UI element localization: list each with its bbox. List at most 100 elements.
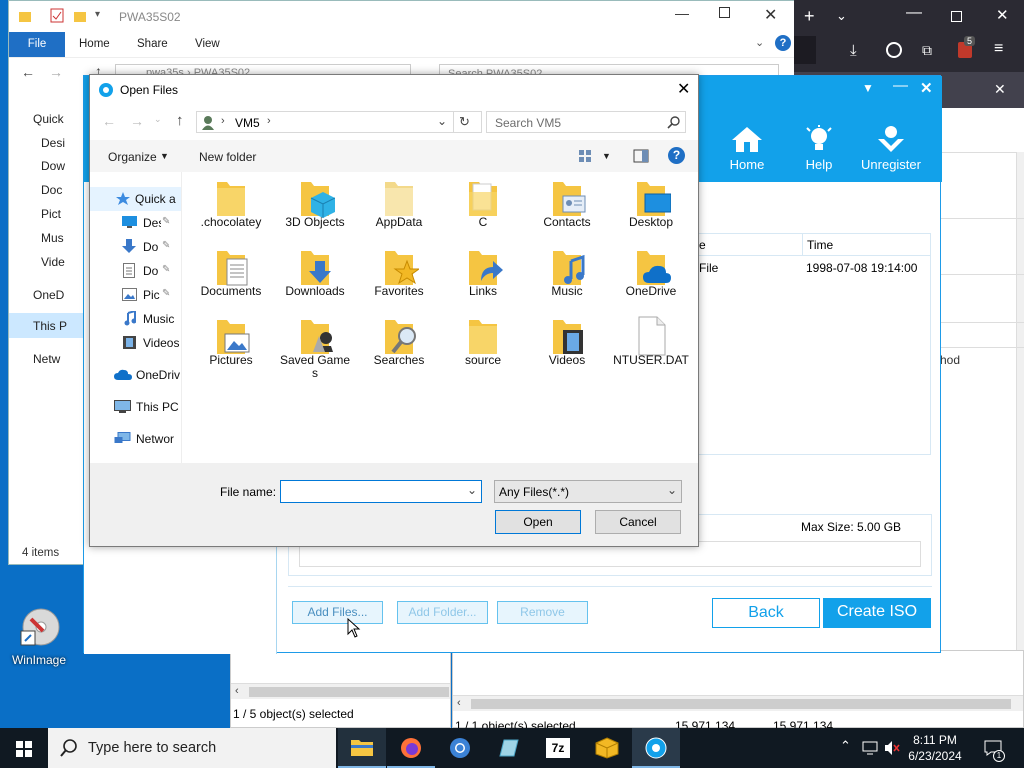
- taskbar-firefox[interactable]: [387, 728, 435, 768]
- ribbon-view-tab[interactable]: View: [195, 38, 220, 50]
- nav-item-quick-access[interactable]: Quick a: [90, 187, 181, 211]
- dropdown-icon[interactable]: ▼: [862, 81, 874, 95]
- maximize-icon[interactable]: [719, 7, 730, 18]
- browser-scrollbar[interactable]: [1016, 152, 1024, 692]
- nav-item-documents[interactable]: Do ✎: [90, 259, 181, 283]
- nav-item-this-pc[interactable]: This PC: [90, 395, 181, 419]
- ribbon-home-tab[interactable]: Home: [79, 38, 110, 50]
- recent-chevron-icon[interactable]: ⌄: [154, 114, 162, 125]
- scroll-left-icon[interactable]: ‹: [457, 697, 461, 709]
- nav-item-pictures[interactable]: Pic ✎: [90, 283, 181, 307]
- file-item-favorites[interactable]: Favorites: [361, 241, 437, 307]
- open-button[interactable]: Open: [495, 510, 581, 534]
- organize-button[interactable]: Organize: [108, 150, 157, 164]
- add-files-button[interactable]: Add Files...: [292, 601, 383, 624]
- chevron-down-icon[interactable]: ▾: [95, 9, 100, 20]
- file-item-appdata[interactable]: AppData: [361, 172, 437, 238]
- create-iso-button[interactable]: Create ISO: [823, 598, 931, 628]
- chevron-down-icon[interactable]: ⌄: [467, 483, 477, 497]
- sidebar-item[interactable]: This P: [33, 319, 89, 333]
- extensions-icon[interactable]: ⧉: [922, 42, 932, 59]
- file-item-videos[interactable]: Videos: [529, 310, 605, 376]
- file-item-music[interactable]: Music: [529, 241, 605, 307]
- address-dropdown-icon[interactable]: ⌄: [437, 114, 447, 128]
- horizontal-scrollbar[interactable]: ‹: [231, 683, 450, 699]
- minimize-icon[interactable]: —: [893, 77, 908, 94]
- menu-icon[interactable]: ≡: [994, 40, 1003, 58]
- dialog-search-input[interactable]: Search VM5: [486, 111, 686, 133]
- close-icon[interactable]: ✕: [920, 79, 933, 97]
- taskbar-app-notes[interactable]: [485, 728, 533, 768]
- refresh-icon[interactable]: ↻: [459, 114, 470, 130]
- forward-arrow-icon[interactable]: →: [130, 113, 144, 129]
- add-folder-button[interactable]: Add Folder...: [397, 601, 488, 624]
- sidebar-item[interactable]: OneD: [33, 288, 89, 302]
- ribbon-share-tab[interactable]: Share: [137, 38, 168, 50]
- file-item-chocolatey[interactable]: .chocolatey: [193, 172, 269, 238]
- file-item-contacts[interactable]: Contacts: [529, 172, 605, 238]
- help-icon[interactable]: ?: [668, 147, 685, 164]
- file-item-links[interactable]: Links: [445, 241, 521, 307]
- taskbar-chrome[interactable]: [436, 728, 484, 768]
- breadcrumb-separator-icon[interactable]: ›: [267, 115, 271, 127]
- taskbar-file-explorer[interactable]: [338, 728, 386, 768]
- file-item-onedrive[interactable]: OneDrive: [613, 241, 689, 307]
- file-type-select[interactable]: Any Files(*.*) ⌄: [494, 480, 682, 503]
- help-icon[interactable]: ?: [775, 35, 791, 51]
- desktop-icon-winimage[interactable]: WinImage: [8, 605, 70, 670]
- pin-icon[interactable]: ✎: [162, 240, 170, 251]
- properties-icon[interactable]: [50, 8, 64, 23]
- file-item-ntuser[interactable]: NTUSER.DAT: [613, 310, 689, 376]
- organize-dropdown-icon[interactable]: ▼: [160, 151, 169, 161]
- file-name-input[interactable]: ⌄: [280, 480, 482, 503]
- back-button[interactable]: Back: [712, 598, 820, 628]
- sidebar-item[interactable]: Quick: [33, 112, 89, 126]
- view-dropdown-icon[interactable]: ▼: [602, 151, 611, 161]
- close-icon[interactable]: ✕: [764, 5, 777, 25]
- new-folder-button[interactable]: New folder: [199, 150, 256, 164]
- pin-icon[interactable]: ✎: [162, 216, 170, 227]
- close-icon[interactable]: ✕: [677, 79, 690, 99]
- close-icon[interactable]: ✕: [996, 6, 1009, 24]
- file-item-pictures[interactable]: Pictures: [193, 310, 269, 376]
- view-icon[interactable]: [578, 149, 592, 163]
- dialog-address-bar[interactable]: › VM5 › ⌄ ↻: [196, 111, 482, 133]
- taskbar-search-box[interactable]: Type here to search: [48, 728, 336, 768]
- column-divider[interactable]: [802, 234, 803, 256]
- file-item-desktop[interactable]: Desktop: [613, 172, 689, 238]
- taskbar-package-app[interactable]: [583, 728, 631, 768]
- file-item-3d-objects[interactable]: 3D Objects: [277, 172, 353, 238]
- file-item-documents[interactable]: Documents: [193, 241, 269, 307]
- pin-icon[interactable]: ✎: [162, 288, 170, 299]
- nav-item-desktop[interactable]: Des ✎: [90, 211, 181, 235]
- file-item-searches[interactable]: Searches: [361, 310, 437, 376]
- windows-start-icon[interactable]: [16, 741, 32, 757]
- taskbar-7zip[interactable]: 7z: [534, 728, 582, 768]
- scroll-left-icon[interactable]: ‹: [235, 685, 239, 697]
- download-icon[interactable]: ⤓: [850, 42, 857, 59]
- nav-item-music[interactable]: Music: [90, 307, 181, 331]
- breadcrumb-separator-icon[interactable]: ›: [221, 115, 225, 127]
- preview-pane-icon[interactable]: [633, 149, 649, 163]
- file-item-saved-games[interactable]: Saved Games: [277, 310, 353, 380]
- explorer-titlebar[interactable]: ▾ PWA35S02 — ✕: [9, 1, 795, 32]
- back-arrow-icon[interactable]: ←: [21, 64, 35, 80]
- back-arrow-icon[interactable]: ←: [102, 113, 116, 129]
- nav-help-button[interactable]: Help: [784, 121, 854, 172]
- horizontal-scrollbar[interactable]: ‹: [453, 695, 1023, 711]
- volume-muted-icon[interactable]: [884, 740, 900, 756]
- nav-item-downloads[interactable]: Do ✎: [90, 235, 181, 259]
- pin-icon[interactable]: ✎: [162, 264, 170, 275]
- column-time[interactable]: Time: [807, 238, 833, 252]
- taskbar-iso-app[interactable]: [632, 728, 680, 768]
- dialog-titlebar[interactable]: Open Files ✕: [90, 75, 698, 105]
- up-arrow-icon[interactable]: ↑: [176, 112, 184, 129]
- new-folder-icon[interactable]: [73, 9, 87, 23]
- file-item-source[interactable]: source: [445, 310, 521, 376]
- cancel-button[interactable]: Cancel: [595, 510, 681, 534]
- nav-unregister-button[interactable]: Unregister: [856, 121, 926, 172]
- breadcrumb-vm5[interactable]: VM5: [235, 116, 260, 130]
- forward-arrow-icon[interactable]: →: [49, 64, 63, 80]
- close-icon[interactable]: ✕: [994, 81, 1006, 98]
- ribbon-file-tab[interactable]: File: [9, 32, 65, 57]
